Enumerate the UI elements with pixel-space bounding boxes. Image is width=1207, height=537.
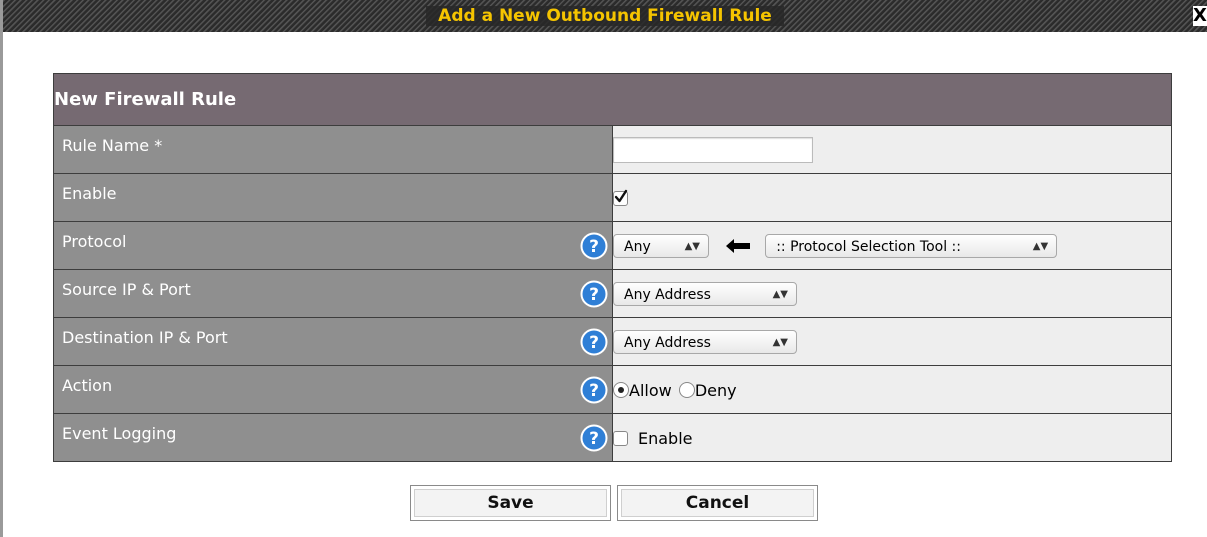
- event-logging-label: Event Logging: [62, 424, 177, 443]
- select-arrows-icon: ▲▼: [1032, 240, 1049, 252]
- table-row-event-logging: Event Logging ? Enable: [53, 413, 1172, 462]
- svg-text:?: ?: [589, 429, 599, 449]
- select-arrows-icon: ▲▼: [772, 288, 788, 300]
- destination-value-cell: Any Address ▲▼: [612, 317, 1172, 366]
- table-row-source: Source IP & Port ? Any Address ▲▼: [53, 269, 1172, 318]
- svg-text:?: ?: [589, 333, 599, 353]
- source-address-select[interactable]: Any Address ▲▼: [613, 281, 797, 306]
- table-row-protocol: Protocol ? Any ▲▼ :: Protocol Selection …: [53, 221, 1172, 270]
- protocol-label-cell: Protocol ?: [53, 221, 613, 270]
- question-circle-icon[interactable]: ?: [580, 232, 608, 260]
- source-label: Source IP & Port: [62, 280, 191, 299]
- question-circle-icon[interactable]: ?: [580, 280, 608, 308]
- protocol-select[interactable]: Any ▲▼: [613, 233, 709, 258]
- action-allow-radio[interactable]: [613, 382, 629, 398]
- close-icon[interactable]: X: [1193, 6, 1207, 26]
- action-label-cell: Action ?: [53, 365, 613, 414]
- protocol-select-value: Any: [624, 238, 651, 255]
- window-left-border: [0, 0, 3, 537]
- select-arrows-icon: ▲▼: [684, 240, 700, 252]
- destination-label-cell: Destination IP & Port ?: [53, 317, 613, 366]
- rule-name-value-cell: [612, 125, 1172, 174]
- event-logging-label-cell: Event Logging ?: [53, 413, 613, 462]
- event-logging-enable-label[interactable]: Enable: [638, 429, 693, 448]
- event-logging-checkbox[interactable]: [613, 430, 628, 446]
- checkmark-icon: [614, 189, 628, 203]
- firewall-rule-table: New Firewall Rule Rule Name * Enable Pro…: [53, 73, 1172, 462]
- arrow-left-icon: [726, 238, 751, 253]
- dialog-titlebar: Add a New Outbound Firewall Rule X: [3, 0, 1207, 32]
- enable-label-cell: Enable: [53, 173, 613, 222]
- enable-label: Enable: [62, 184, 117, 203]
- action-deny-label[interactable]: Deny: [695, 381, 737, 400]
- source-select-value: Any Address: [624, 286, 711, 303]
- destination-select-value: Any Address: [624, 334, 711, 351]
- cancel-button[interactable]: Cancel: [617, 485, 818, 521]
- table-row-action: Action ? Allow Deny: [53, 365, 1172, 414]
- svg-text:?: ?: [589, 381, 599, 401]
- action-label: Action: [62, 376, 113, 395]
- event-logging-value-cell: Enable: [612, 413, 1172, 462]
- question-circle-icon[interactable]: ?: [580, 328, 608, 356]
- destination-label: Destination IP & Port: [62, 328, 228, 347]
- rule-name-label: Rule Name *: [62, 136, 163, 155]
- svg-text:?: ?: [589, 237, 599, 257]
- svg-text:?: ?: [589, 285, 599, 305]
- source-value-cell: Any Address ▲▼: [612, 269, 1172, 318]
- radio-selected-dot: [618, 387, 624, 393]
- action-value-cell: Allow Deny: [612, 365, 1172, 414]
- protocol-value-cell: Any ▲▼ :: Protocol Selection Tool :: ▲▼: [612, 221, 1172, 270]
- enable-value-cell: [612, 173, 1172, 222]
- table-row-enable: Enable: [53, 173, 1172, 222]
- save-button[interactable]: Save: [410, 485, 611, 521]
- dialog-title: Add a New Outbound Firewall Rule: [426, 6, 784, 26]
- destination-address-select[interactable]: Any Address ▲▼: [613, 329, 797, 354]
- enable-checkbox[interactable]: [613, 189, 628, 206]
- rule-name-label-cell: Rule Name *: [53, 125, 613, 174]
- question-circle-icon[interactable]: ?: [580, 376, 608, 404]
- protocol-label: Protocol: [62, 232, 127, 251]
- table-header: New Firewall Rule: [53, 73, 1172, 126]
- table-row-rule-name: Rule Name *: [53, 125, 1172, 174]
- question-circle-icon[interactable]: ?: [580, 424, 608, 452]
- source-label-cell: Source IP & Port ?: [53, 269, 613, 318]
- rule-name-input[interactable]: [613, 136, 813, 163]
- protocol-tool-select-value: :: Protocol Selection Tool ::: [776, 238, 961, 255]
- select-arrows-icon: ▲▼: [772, 336, 788, 348]
- action-allow-label[interactable]: Allow: [629, 381, 672, 400]
- action-deny-radio[interactable]: [678, 382, 695, 398]
- table-row-destination: Destination IP & Port ? Any Address ▲▼: [53, 317, 1172, 366]
- protocol-selection-tool-select[interactable]: :: Protocol Selection Tool :: ▲▼: [765, 233, 1058, 258]
